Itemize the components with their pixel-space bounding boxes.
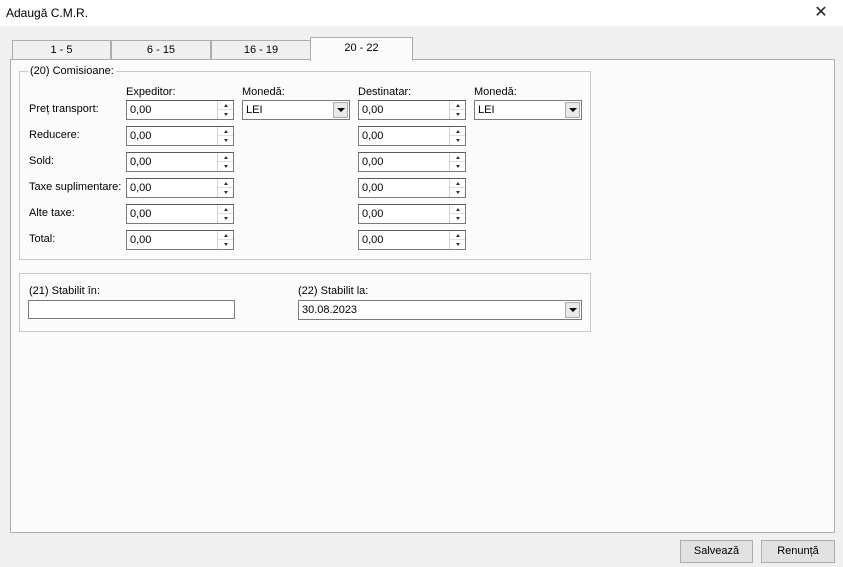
spin-up-icon[interactable]: [218, 231, 233, 240]
spin-up-icon[interactable]: [218, 153, 233, 162]
spin-down-icon[interactable]: [450, 162, 465, 171]
cancel-button[interactable]: Renunță: [761, 540, 835, 563]
save-button[interactable]: Salvează: [680, 540, 753, 563]
recipient-currency-value: LEI: [478, 104, 495, 116]
tab-1-5[interactable]: 1 - 5: [12, 40, 111, 60]
recipient-other-fees-spinner[interactable]: 0,00: [358, 204, 466, 224]
spinner-value: 0,00: [130, 234, 152, 246]
spinner-value: 0,00: [362, 234, 384, 246]
spin-down-icon[interactable]: [450, 188, 465, 197]
spin-down-icon[interactable]: [450, 214, 465, 223]
tab-20-22[interactable]: 20 - 22: [310, 37, 413, 61]
spinner-value: 0,00: [130, 130, 152, 142]
spin-down-icon[interactable]: [450, 136, 465, 145]
chevron-down-icon[interactable]: [565, 302, 580, 318]
recipient-extra-fees-spinner[interactable]: 0,00: [358, 178, 466, 198]
currency-column-label-1: Monedă:: [242, 86, 285, 98]
spin-up-icon[interactable]: [218, 179, 233, 188]
sender-currency-select[interactable]: LEI: [242, 100, 350, 120]
sender-currency-value: LEI: [246, 104, 263, 116]
spin-down-icon[interactable]: [450, 240, 465, 249]
spin-down-icon[interactable]: [218, 188, 233, 197]
established-date-value: 30.08.2023: [302, 304, 358, 316]
established-place-label: (21) Stabilit în:: [29, 285, 100, 297]
spinner-value: 0,00: [130, 104, 152, 116]
spin-up-icon[interactable]: [450, 231, 465, 240]
window-title: Adaugă C.M.R.: [6, 6, 89, 20]
transport-price-label: Preț transport:: [29, 103, 99, 115]
spin-up-icon[interactable]: [218, 101, 233, 110]
established-place-input[interactable]: [28, 300, 235, 319]
established-date-label: (22) Stabilit la:: [298, 285, 369, 297]
spin-down-icon[interactable]: [218, 240, 233, 249]
spinner-value: 0,00: [362, 130, 384, 142]
recipient-transport-price-spinner[interactable]: 0,00: [358, 100, 466, 120]
spin-down-icon[interactable]: [218, 110, 233, 119]
spin-down-icon[interactable]: [218, 214, 233, 223]
spinner-value: 0,00: [362, 104, 384, 116]
sender-balance-spinner[interactable]: 0,00: [126, 152, 234, 172]
commissions-legend: (20) Comisioane:: [28, 65, 116, 77]
recipient-discount-spinner[interactable]: 0,00: [358, 126, 466, 146]
spin-down-icon[interactable]: [450, 110, 465, 119]
currency-column-label-2: Monedă:: [474, 86, 517, 98]
spin-up-icon[interactable]: [218, 127, 233, 136]
spin-up-icon[interactable]: [450, 101, 465, 110]
recipient-balance-spinner[interactable]: 0,00: [358, 152, 466, 172]
spin-up-icon[interactable]: [218, 205, 233, 214]
other-fees-label: Alte taxe:: [29, 207, 75, 219]
tab-6-15[interactable]: 6 - 15: [111, 40, 211, 60]
sender-other-fees-spinner[interactable]: 0,00: [126, 204, 234, 224]
chevron-down-icon[interactable]: [333, 102, 348, 118]
discount-label: Reducere:: [29, 129, 80, 141]
spin-up-icon[interactable]: [450, 153, 465, 162]
sender-total-spinner[interactable]: 0,00: [126, 230, 234, 250]
established-date-picker[interactable]: 30.08.2023: [298, 300, 582, 320]
extra-fees-label: Taxe suplimentare:: [29, 181, 122, 193]
spin-down-icon[interactable]: [218, 136, 233, 145]
close-icon[interactable]: ✕: [799, 0, 843, 24]
sender-column-label: Expeditor:: [126, 86, 176, 98]
recipient-currency-select[interactable]: LEI: [474, 100, 582, 120]
spinner-value: 0,00: [130, 156, 152, 168]
spin-up-icon[interactable]: [450, 127, 465, 136]
sender-extra-fees-spinner[interactable]: 0,00: [126, 178, 234, 198]
spinner-value: 0,00: [130, 208, 152, 220]
recipient-column-label: Destinatar:: [358, 86, 412, 98]
spin-down-icon[interactable]: [218, 162, 233, 171]
spinner-value: 0,00: [362, 208, 384, 220]
tab-16-19[interactable]: 16 - 19: [211, 40, 311, 60]
title-bar: Adaugă C.M.R. ✕: [0, 0, 843, 26]
total-label: Total:: [29, 233, 56, 245]
spin-up-icon[interactable]: [450, 205, 465, 214]
spinner-value: 0,00: [362, 156, 384, 168]
spinner-value: 0,00: [130, 182, 152, 194]
chevron-down-icon[interactable]: [565, 102, 580, 118]
spinner-value: 0,00: [362, 182, 384, 194]
sender-transport-price-spinner[interactable]: 0,00: [126, 100, 234, 120]
recipient-total-spinner[interactable]: 0,00: [358, 230, 466, 250]
spin-up-icon[interactable]: [450, 179, 465, 188]
sender-discount-spinner[interactable]: 0,00: [126, 126, 234, 146]
balance-label: Sold:: [29, 155, 55, 167]
